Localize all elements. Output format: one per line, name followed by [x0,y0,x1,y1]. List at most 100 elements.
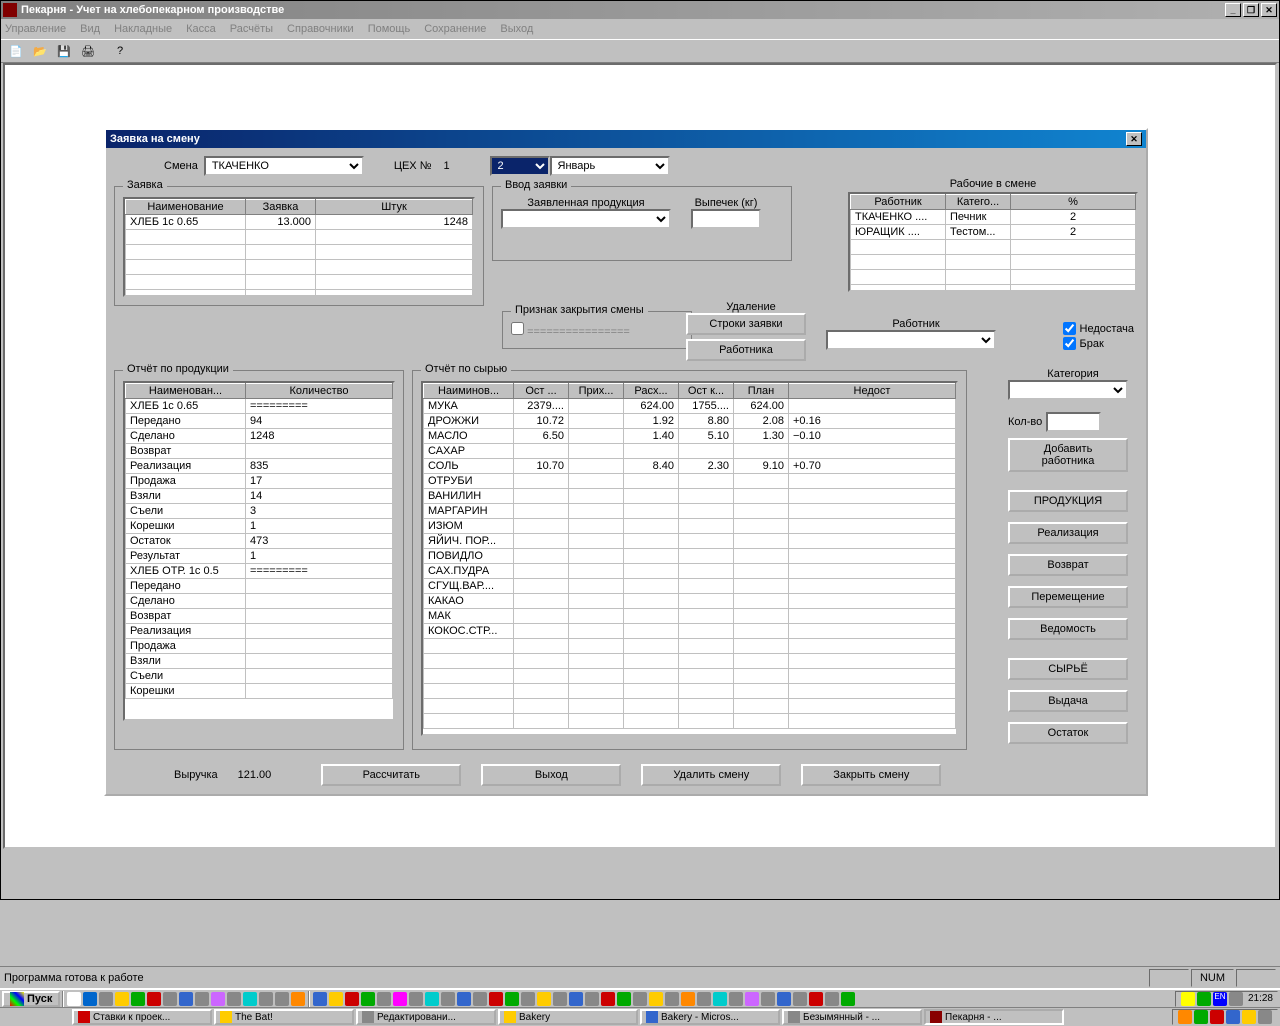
tray-icon[interactable] [729,992,743,1006]
tray-icon[interactable] [601,992,615,1006]
table-row[interactable]: Взяли14 [126,489,393,504]
tray-icon[interactable] [409,992,423,1006]
kolvo-input[interactable] [1046,412,1101,432]
tray-icon[interactable] [1258,1010,1272,1024]
vypechek-input[interactable] [691,209,761,229]
table-row[interactable]: ХЛЕБ ОТР. 1с 0.5========= [126,564,393,579]
table-row[interactable]: ХЛЕБ 1с 0.6513.0001248 [126,215,473,230]
day-select[interactable]: 2 [490,156,550,176]
delete-shift-button[interactable]: Удалить смену [641,764,781,786]
tray-icon[interactable] [473,992,487,1006]
tray-icon[interactable] [1210,1010,1224,1024]
task-button[interactable]: Bakery [498,1009,638,1025]
table-row[interactable]: МАК [424,609,956,624]
tray-icon[interactable] [713,992,727,1006]
table-row[interactable]: СГУЩ.ВАР.... [424,579,956,594]
table-row[interactable]: ОТРУБИ [424,474,956,489]
table-row[interactable]: Результат1 [126,549,393,564]
quick-launch-icon[interactable] [147,992,161,1006]
tray-icon[interactable] [377,992,391,1006]
help-icon[interactable]: ? [109,41,131,61]
lang-icon[interactable]: EN [1213,992,1227,1006]
rabotnika-button[interactable]: Работника [686,339,806,361]
task-button[interactable]: Пекарня - ... [924,1009,1064,1025]
menu-sohranenie[interactable]: Сохранение [424,23,486,35]
table-row[interactable]: ДРОЖЖИ10.721.928.802.08+0.16 [424,414,956,429]
tray-icon[interactable] [1226,1010,1240,1024]
exit-button[interactable]: Выход [481,764,621,786]
table-row[interactable]: Передано94 [126,414,393,429]
table-row[interactable]: Корешки1 [126,519,393,534]
menu-nakladnye[interactable]: Накладные [114,23,172,35]
table-row[interactable]: САХ.ПУДРА [424,564,956,579]
tray-icon[interactable] [649,992,663,1006]
tray-icon[interactable] [1229,992,1243,1006]
kategoria-select[interactable] [1008,380,1128,400]
month-select[interactable]: Январь [550,156,670,176]
menu-vid[interactable]: Вид [80,23,100,35]
table-row[interactable]: МАРГАРИН [424,504,956,519]
tray-icon[interactable] [425,992,439,1006]
task-button[interactable]: Ставки к проек... [72,1009,212,1025]
tray-icon[interactable] [361,992,375,1006]
quick-launch-icon[interactable] [131,992,145,1006]
tray-icon[interactable] [457,992,471,1006]
table-row[interactable]: МУКА2379....624.001755....624.00 [424,399,956,414]
table-row[interactable]: Реализация835 [126,459,393,474]
brak-checkbox[interactable] [1063,337,1076,350]
tray-icon[interactable] [537,992,551,1006]
tray-icon[interactable] [745,992,759,1006]
vydacha-button[interactable]: Выдача [1008,690,1128,712]
tray-icon[interactable] [1242,1010,1256,1024]
tray-icon[interactable] [633,992,647,1006]
tray-icon[interactable] [505,992,519,1006]
tray-icon[interactable] [329,992,343,1006]
menu-spravochniki[interactable]: Справочники [287,23,354,35]
menu-vyhod[interactable]: Выход [500,23,533,35]
table-row[interactable]: Корешки [126,684,393,699]
tray-icon[interactable] [393,992,407,1006]
quick-launch-icon[interactable] [195,992,209,1006]
new-icon[interactable]: 📄 [5,41,27,61]
quick-launch-icon[interactable] [243,992,257,1006]
peremesh-button[interactable]: Перемещение [1008,586,1128,608]
task-button[interactable]: Bakery - Micros... [640,1009,780,1025]
table-row[interactable]: СОЛЬ10.708.402.309.10+0.70 [424,459,956,474]
quick-launch-icon[interactable] [211,992,225,1006]
tray-icon[interactable] [697,992,711,1006]
quick-launch-icon[interactable] [291,992,305,1006]
tray-icon[interactable] [345,992,359,1006]
ostatok-button[interactable]: Остаток [1008,722,1128,744]
table-row[interactable]: ПОВИДЛО [424,549,956,564]
table-row[interactable]: Продажа17 [126,474,393,489]
vozvrat-button[interactable]: Возврат [1008,554,1128,576]
tray-icon[interactable] [521,992,535,1006]
table-row[interactable]: ХЛЕБ 1с 0.65========= [126,399,393,414]
maximize-button[interactable]: ❐ [1243,3,1259,17]
tray-icon[interactable] [553,992,567,1006]
table-row[interactable]: КАКАО [424,594,956,609]
realizacia-button[interactable]: Реализация [1008,522,1128,544]
menu-pomosh[interactable]: Помощь [368,23,411,35]
tray-icon[interactable] [585,992,599,1006]
table-row[interactable]: Съели [126,669,393,684]
nedostacha-checkbox[interactable] [1063,322,1076,335]
table-row[interactable]: Сделано1248 [126,429,393,444]
zayavka-table[interactable]: Наименование Заявка Штук ХЛЕБ 1с 0.6513.… [123,197,475,297]
close-shift-button[interactable]: Закрыть смену [801,764,941,786]
print-icon[interactable]: 🖨 [77,41,99,61]
table-row[interactable]: Съели3 [126,504,393,519]
tray-icon[interactable] [793,992,807,1006]
tray-icon[interactable] [761,992,775,1006]
quick-launch-icon[interactable] [83,992,97,1006]
stroki-button[interactable]: Строки заявки [686,313,806,335]
tray-icon[interactable] [313,992,327,1006]
quick-launch-icon[interactable] [99,992,113,1006]
tray-icon[interactable] [489,992,503,1006]
table-row[interactable]: Возврат [126,444,393,459]
prod-report-table[interactable]: Наименован... Количество ХЛЕБ 1с 0.65===… [123,381,395,721]
table-row[interactable]: Сделано [126,594,393,609]
table-row[interactable]: ВАНИЛИН [424,489,956,504]
quick-launch-icon[interactable] [115,992,129,1006]
close-button[interactable]: ✕ [1261,3,1277,17]
